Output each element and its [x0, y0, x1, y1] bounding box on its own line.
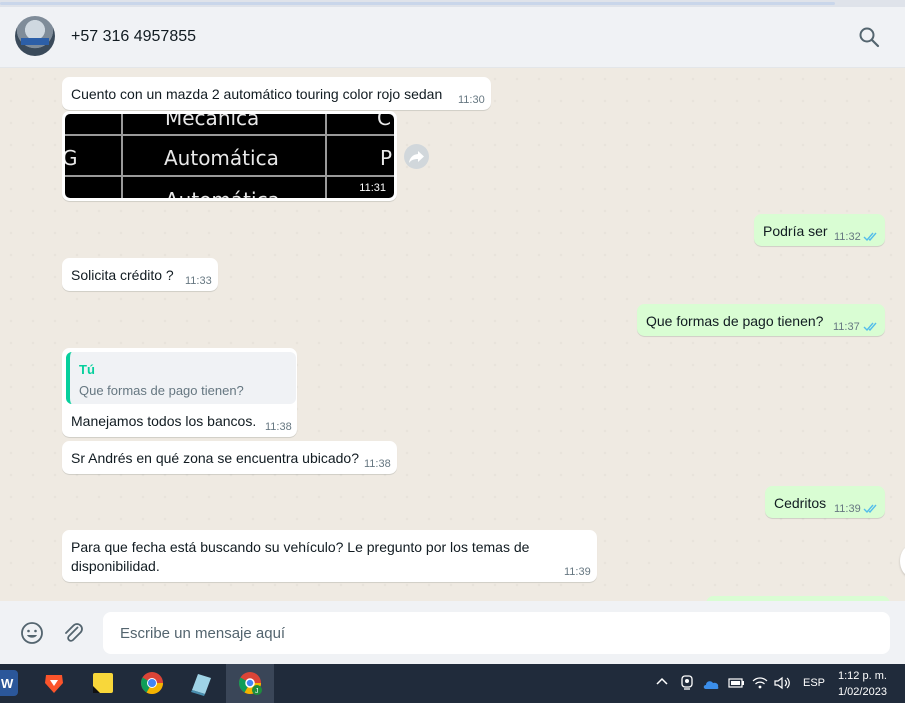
image-content[interactable]: Mecánica Automática Automática G P C 11:…: [65, 114, 394, 198]
message-text: Podría ser: [763, 223, 828, 239]
message-composer: [0, 601, 905, 664]
search-icon[interactable]: [857, 25, 881, 49]
message-time: 11:33: [185, 275, 212, 287]
onedrive-icon[interactable]: [702, 677, 720, 695]
image-cell-text: Automática: [165, 188, 280, 198]
system-clock[interactable]: 1:12 p. m. 1/02/2023: [838, 668, 887, 700]
quoted-text: Que formas de pago tienen?: [79, 383, 244, 398]
image-cell-text: C: [377, 114, 391, 130]
image-cell-text: G: [65, 146, 78, 170]
paperclip-icon[interactable]: [61, 621, 85, 645]
message-time: 11:37: [833, 321, 860, 333]
message-text: Que formas de pago tienen?: [646, 313, 824, 329]
webcam-icon[interactable]: [680, 675, 694, 696]
chrome-profile-icon[interactable]: J: [237, 670, 263, 696]
word-icon[interactable]: W: [0, 670, 18, 696]
app-icon[interactable]: [188, 670, 214, 696]
message-time: 11:32: [834, 231, 861, 243]
contact-name[interactable]: +57 316 4957855: [71, 28, 196, 46]
windows-taskbar: W J ESP 1:12 p. m. 1/02/2023: [0, 664, 905, 703]
message-text-line: disponibilidad.: [71, 558, 160, 574]
image-cell-text: P: [380, 146, 393, 170]
message-outgoing[interactable]: Que formas de pago tienen? 11:37: [637, 304, 885, 336]
speaker-icon[interactable]: [774, 676, 792, 695]
message-text: Solicita crédito ?: [71, 267, 174, 283]
message-time: 11:31: [359, 182, 386, 194]
chrome-icon[interactable]: [139, 670, 165, 696]
quoted-author: Tú: [79, 362, 95, 377]
image-cell-text: Automática: [164, 146, 279, 170]
emoji-icon[interactable]: [20, 621, 44, 645]
message-image[interactable]: Mecánica Automática Automática G P C 11:…: [62, 111, 397, 201]
quoted-message[interactable]: Tú Que formas de pago tienen?: [66, 352, 296, 404]
contact-avatar[interactable]: [15, 16, 55, 56]
svg-text:J: J: [255, 688, 259, 695]
message-incoming[interactable]: Cuento con un mazda 2 automático touring…: [62, 77, 491, 110]
message-time: 11:39: [834, 503, 861, 515]
chat-header[interactable]: +57 316 4957855: [0, 7, 905, 68]
read-receipt-icon: [863, 501, 879, 514]
chat-messages-pane[interactable]: Cuento con un mazda 2 automático touring…: [0, 68, 905, 601]
image-cell-text: Mecánica: [165, 114, 260, 130]
message-text: Manejamos todos los bancos.: [71, 413, 257, 429]
message-text: Cedritos: [774, 495, 827, 511]
browser-scroll-indicator: [0, 2, 835, 5]
battery-icon[interactable]: [727, 676, 745, 695]
svg-text:W: W: [1, 676, 14, 691]
message-text: Sr Andrés en qué zona se encuentra ubica…: [71, 450, 359, 466]
read-receipt-icon: [863, 319, 879, 332]
message-outgoing[interactable]: Podría ser 11:32: [754, 214, 885, 246]
message-input[interactable]: [103, 612, 890, 654]
sticky-notes-icon[interactable]: [90, 670, 116, 696]
message-incoming-reply[interactable]: Tú Que formas de pago tienen? Manejamos …: [62, 348, 297, 437]
message-incoming[interactable]: Sr Andrés en qué zona se encuentra ubica…: [62, 441, 397, 474]
message-incoming[interactable]: Solicita crédito ? 11:33: [62, 258, 218, 291]
clock-time: 1:12 p. m.: [838, 670, 887, 682]
tray-chevron-up-icon[interactable]: [655, 675, 669, 694]
language-indicator[interactable]: ESP: [803, 677, 825, 689]
message-incoming[interactable]: Para que fecha está buscando su vehículo…: [62, 530, 597, 582]
brave-icon[interactable]: [41, 670, 67, 696]
message-time: 11:39: [564, 566, 591, 578]
message-time: 11:38: [265, 421, 292, 433]
message-outgoing[interactable]: Cedritos 11:39: [765, 486, 885, 518]
browser-top-strip: [0, 0, 905, 7]
message-time: 11:30: [458, 94, 485, 106]
message-text: Cuento con un mazda 2 automático touring…: [71, 86, 443, 102]
forward-icon[interactable]: [404, 144, 429, 169]
scroll-down-button[interactable]: [900, 546, 905, 576]
wifi-icon[interactable]: [752, 676, 768, 695]
clock-date: 1/02/2023: [838, 686, 887, 698]
read-receipt-icon: [863, 229, 879, 242]
message-text-line: Para que fecha está buscando su vehículo…: [71, 539, 530, 555]
message-time: 11:38: [364, 458, 391, 470]
